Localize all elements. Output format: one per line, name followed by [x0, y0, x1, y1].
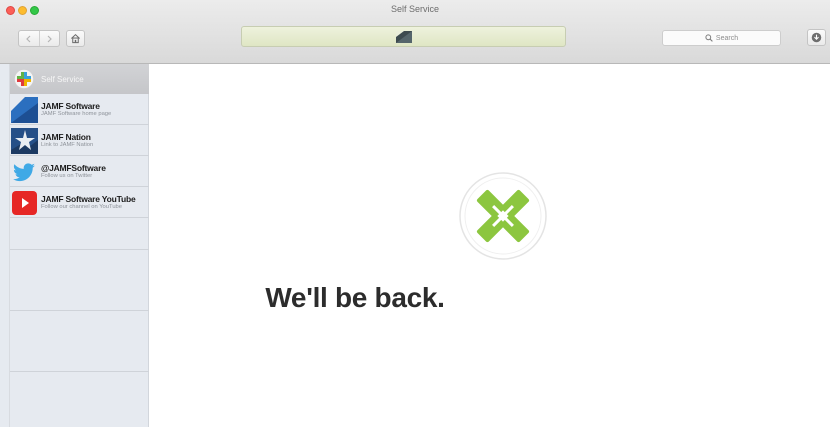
- sidebar: Self Service JAMF Software JAMF Software…: [10, 64, 149, 427]
- download-icon: [811, 32, 822, 43]
- back-forward-group: [18, 30, 60, 47]
- chevron-right-icon: [47, 35, 53, 42]
- item-title: JAMF Nation: [41, 133, 91, 142]
- item-subtitle: Link to JAMF Nation: [41, 141, 94, 148]
- chevron-left-icon: [25, 35, 31, 42]
- item-title: @JAMFSoftware: [41, 164, 106, 173]
- item-title: JAMF Software YouTube: [41, 195, 136, 204]
- sidebar-divider: [10, 371, 149, 372]
- search-icon: [705, 34, 713, 42]
- window-title: Self Service: [390, 4, 440, 14]
- sidebar-item-twitter[interactable]: @JAMFSoftware Follow us on Twitter: [10, 157, 149, 187]
- main-content: We'll be back.: [150, 64, 830, 427]
- item-subtitle: Follow our channel on YouTube: [41, 203, 123, 210]
- back-button[interactable]: [19, 31, 39, 46]
- home-icon: [71, 33, 80, 44]
- item-title: JAMF Software: [41, 102, 100, 111]
- download-status-button[interactable]: [807, 29, 826, 46]
- sidebar-left-edge: [0, 64, 10, 427]
- search-placeholder: Search: [715, 34, 739, 42]
- sidebar-divider: [10, 249, 149, 250]
- sidebar-item-jamf-software[interactable]: JAMF Software JAMF Software home page: [10, 95, 149, 125]
- youtube-icon: [12, 190, 37, 215]
- item-subtitle: Follow us on Twitter: [41, 172, 93, 179]
- self-service-icon: [14, 69, 34, 89]
- activity-status-bar: [241, 26, 566, 47]
- twitter-icon: [11, 158, 38, 185]
- item-subtitle: JAMF Software home page: [41, 110, 112, 117]
- sidebar-item-self-service[interactable]: Self Service: [10, 64, 149, 94]
- self-service-window: Self Service Search Self Service JAMF So…: [0, 0, 830, 427]
- maintenance-message: We'll be back.: [265, 282, 445, 313]
- jamf-software-icon: [11, 96, 38, 123]
- title-bar: Self Service Search: [0, 0, 830, 64]
- jamf-cross-logo-icon: [459, 172, 547, 260]
- search-input[interactable]: Search: [662, 30, 781, 46]
- jamf-nation-icon: [11, 127, 38, 154]
- jamf-mark-icon: [395, 30, 412, 43]
- home-button[interactable]: [66, 30, 85, 47]
- sidebar-item-jamf-nation[interactable]: JAMF Nation Link to JAMF Nation: [10, 126, 149, 156]
- forward-button[interactable]: [38, 31, 60, 46]
- sidebar-item-youtube[interactable]: JAMF Software YouTube Follow our channel…: [10, 188, 149, 218]
- sidebar-header-label: Self Service: [41, 74, 84, 84]
